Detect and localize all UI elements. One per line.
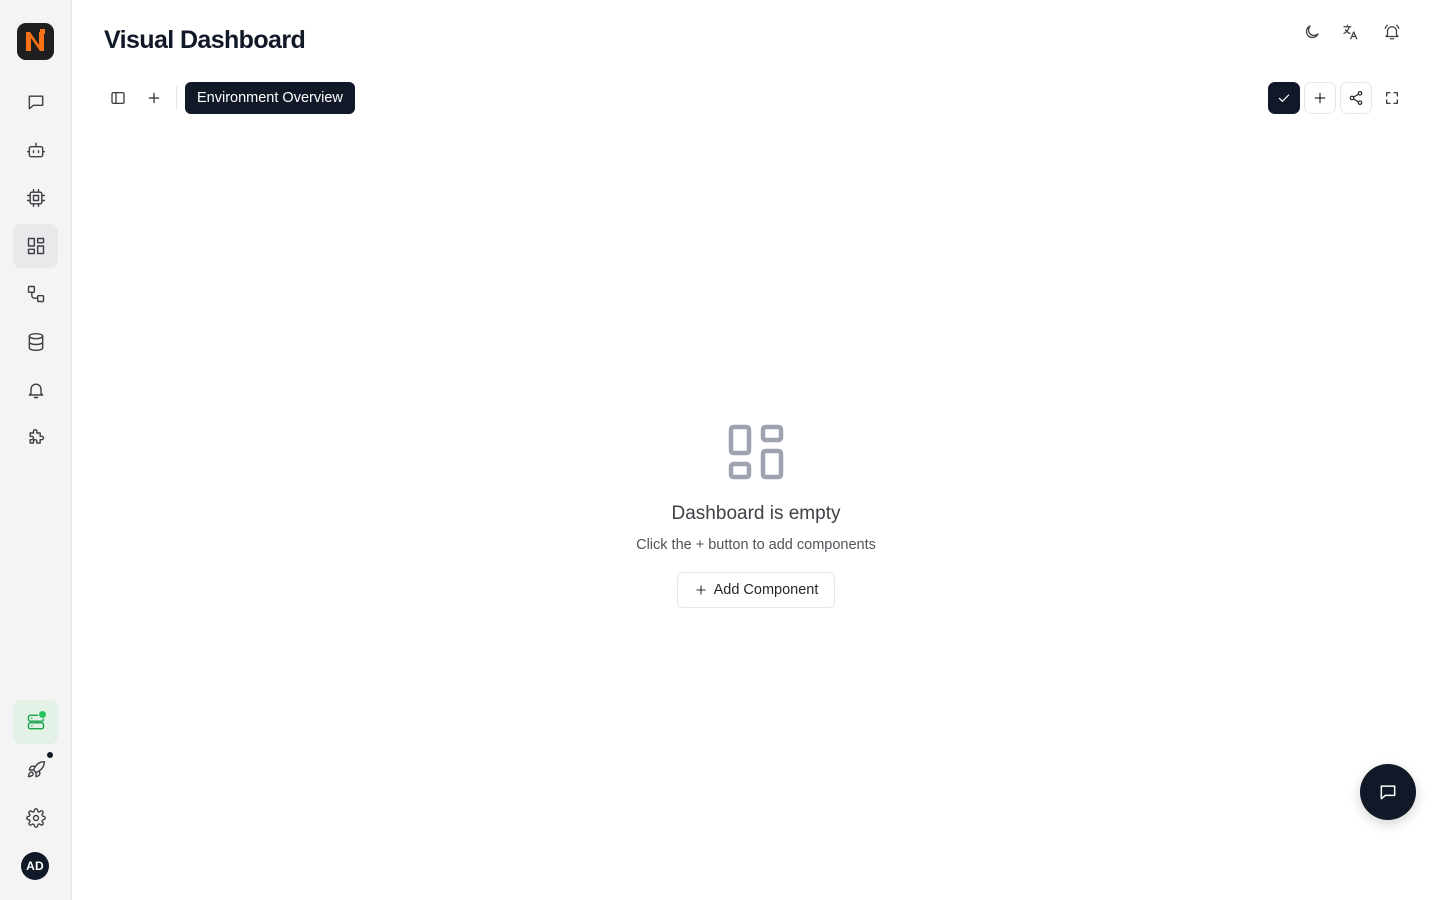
sidebar-item-database[interactable] (13, 320, 58, 364)
fullscreen-icon (1386, 92, 1398, 104)
workflow-icon (27, 285, 44, 303)
dashboard-icon (27, 237, 44, 255)
add-tab-button[interactable] (138, 82, 170, 114)
app-logo[interactable] (17, 23, 54, 60)
page-title: Visual Dashboard (104, 26, 306, 54)
user-avatar[interactable]: AD (21, 852, 49, 880)
chat-icon (1380, 785, 1396, 800)
sidebar-item-environment[interactable] (13, 700, 58, 744)
add-component-label: Add Component (713, 582, 819, 598)
sidebar-item-dashboard[interactable] (13, 224, 58, 268)
translate-icon (1343, 24, 1358, 40)
check-icon (1278, 94, 1290, 102)
plus-icon (695, 585, 706, 595)
empty-state-subtitle: Click the + button to add components (636, 537, 876, 553)
sidebar-item-chat[interactable] (13, 80, 58, 124)
settings-icon (25, 808, 46, 828)
database-icon (28, 332, 43, 352)
add-component-button[interactable]: Add Component (677, 572, 835, 608)
tab-environment-overview[interactable]: Environment Overview (185, 82, 355, 114)
chat-assistant-button[interactable] (1360, 764, 1416, 820)
app-logo-icon (26, 29, 45, 51)
plus-icon (1314, 92, 1326, 104)
environment-status-dot (38, 710, 47, 719)
cpu-icon (26, 188, 45, 208)
sidebar-toggle-icon (111, 92, 125, 104)
bell-icon (28, 383, 43, 399)
bot-icon (26, 142, 45, 158)
toggle-sidebar-button[interactable] (102, 82, 134, 114)
sidebar-item-bots[interactable] (13, 128, 58, 172)
language-button[interactable] (1338, 20, 1362, 44)
moon-icon (1305, 25, 1319, 39)
sidebar-item-models[interactable] (13, 176, 58, 220)
save-button[interactable] (1268, 82, 1300, 114)
bell-icon (1384, 24, 1400, 40)
app-root: AD Visual Dashboard Environment Overview (0, 0, 1440, 900)
add-component-toolbar-button[interactable] (1304, 82, 1336, 114)
deploy-status-dot (47, 752, 53, 758)
dashboard-icon (728, 424, 784, 480)
fullscreen-button[interactable] (1376, 82, 1408, 114)
puzzle-icon (28, 429, 44, 444)
notifications-button[interactable] (1380, 20, 1404, 44)
theme-toggle-button[interactable] (1300, 20, 1324, 44)
sidebar-item-settings[interactable] (13, 796, 58, 840)
empty-dashboard-icon (728, 424, 784, 480)
sidebar-item-workflow[interactable] (13, 272, 58, 316)
empty-state-title: Dashboard is empty (671, 503, 841, 524)
sidebar-item-alerts[interactable] (13, 368, 58, 412)
sidebar-item-plugins[interactable] (13, 416, 58, 460)
share-button[interactable] (1340, 82, 1372, 114)
chat-icon (28, 95, 43, 110)
sidebar: AD (0, 0, 72, 900)
plus-icon (148, 92, 160, 104)
toolbar-divider (176, 86, 177, 110)
rocket-icon (27, 760, 45, 778)
share-icon (1349, 91, 1363, 105)
